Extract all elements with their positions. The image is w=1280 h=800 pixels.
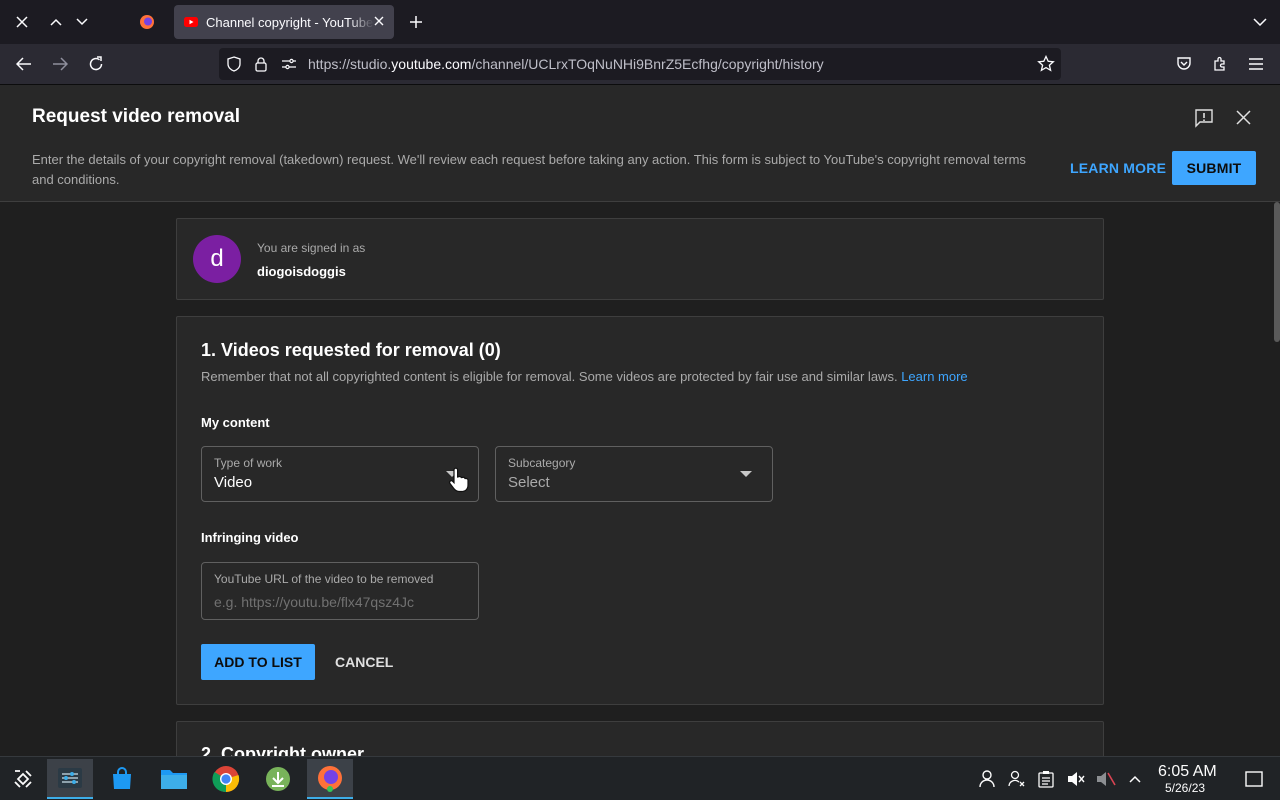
learn-more-button[interactable]: LEARN MORE xyxy=(1062,151,1174,185)
downloader-task-icon[interactable] xyxy=(255,759,301,799)
close-tab-icon[interactable] xyxy=(374,16,384,26)
pocket-icon[interactable] xyxy=(1174,54,1194,74)
type-of-work-label: Type of work xyxy=(214,456,283,470)
volume-muted-icon[interactable] xyxy=(1066,769,1086,789)
taskbar: 6:05 AM 5/26/23 xyxy=(0,756,1280,800)
type-of-work-value: Video xyxy=(214,474,253,491)
shield-icon[interactable] xyxy=(226,56,242,72)
dialog-title: Request video removal xyxy=(32,106,241,127)
chrome-task-icon[interactable] xyxy=(203,759,249,799)
hamburger-menu-icon[interactable] xyxy=(1246,54,1266,74)
app-launcher-icon[interactable] xyxy=(0,759,46,799)
tab-title: Channel copyright - YouTube Studio xyxy=(206,14,374,30)
infringing-video-heading: Infringing video xyxy=(201,530,299,545)
signed-in-label: You are signed in as xyxy=(257,241,366,255)
avatar: d xyxy=(193,235,241,283)
video-url-label: YouTube URL of the video to be removed xyxy=(214,572,434,586)
my-content-heading: My content xyxy=(201,415,270,430)
video-url-input[interactable] xyxy=(214,594,444,610)
youtube-favicon-icon xyxy=(184,17,198,27)
discover-store-task-icon[interactable] xyxy=(99,759,145,799)
hand-pointer-cursor-icon xyxy=(448,467,470,493)
file-manager-task-icon[interactable] xyxy=(151,759,197,799)
clock-time[interactable]: 6:05 AM xyxy=(1158,763,1217,781)
type-of-work-dropdown[interactable]: Type of work Video xyxy=(201,446,479,502)
permissions-icon[interactable] xyxy=(281,57,297,71)
subcategory-value: Select xyxy=(508,474,550,491)
learn-more-link[interactable]: Learn more xyxy=(901,369,967,384)
close-dialog-icon[interactable] xyxy=(1236,110,1251,125)
dialog-header: Request video removal Enter the details … xyxy=(0,85,1280,202)
forward-arrow-icon[interactable] xyxy=(50,54,70,74)
url-bar[interactable]: https://studio.youtube.com/channel/UCLrx… xyxy=(219,48,1061,80)
bookmark-star-icon[interactable] xyxy=(1037,55,1055,73)
subcategory-dropdown[interactable]: Subcategory Select xyxy=(495,446,773,502)
section-title: 1. Videos requested for removal (0) xyxy=(201,340,501,360)
system-settings-task-icon[interactable] xyxy=(47,759,93,799)
clock-date[interactable]: 5/26/23 xyxy=(1165,781,1205,795)
system-tray-expand-icon[interactable] xyxy=(1125,769,1145,789)
feedback-icon[interactable] xyxy=(1194,108,1214,128)
add-to-list-button[interactable]: ADD TO LIST xyxy=(201,644,315,680)
browser-tab-strip: Channel copyright - YouTube Studio xyxy=(0,0,1280,44)
section-description-text: Remember that not all copyrighted conten… xyxy=(201,369,898,384)
dialog-description: Enter the details of your copyright remo… xyxy=(32,152,1026,187)
form-scroll-area[interactable]: d You are signed in as diogoisdoggis 1. … xyxy=(0,202,1280,756)
close-window-icon[interactable] xyxy=(12,12,32,32)
subcategory-label: Subcategory xyxy=(508,456,576,470)
reload-icon[interactable] xyxy=(86,54,106,74)
browser-navigation-bar: https://studio.youtube.com/channel/UCLrx… xyxy=(0,44,1280,85)
firefox-task-icon[interactable] xyxy=(307,759,353,799)
show-desktop-icon[interactable] xyxy=(1244,769,1264,789)
firefox-pinned-tab-icon[interactable] xyxy=(137,12,157,32)
list-all-tabs-icon[interactable] xyxy=(1250,12,1270,32)
chevron-down-icon[interactable] xyxy=(72,12,92,32)
username: diogoisdoggis xyxy=(257,264,346,279)
video-url-field[interactable]: YouTube URL of the video to be removed xyxy=(201,562,479,620)
user-switch-icon[interactable] xyxy=(1007,769,1027,789)
user-icon[interactable] xyxy=(977,769,997,789)
submit-button[interactable]: SUBMIT xyxy=(1172,151,1256,185)
account-card: d You are signed in as diogoisdoggis xyxy=(176,218,1104,300)
back-arrow-icon[interactable] xyxy=(14,54,34,74)
section-description: Remember that not all copyrighted conten… xyxy=(201,369,968,384)
new-tab-icon[interactable] xyxy=(406,12,426,32)
clipboard-icon[interactable] xyxy=(1036,769,1056,789)
extensions-icon[interactable] xyxy=(1210,54,1230,74)
chevron-up-icon[interactable] xyxy=(46,12,66,32)
cancel-button[interactable]: CANCEL xyxy=(327,644,401,680)
url-text[interactable]: https://studio.youtube.com/channel/UCLrx… xyxy=(308,56,824,72)
tab-channel-copyright[interactable]: Channel copyright - YouTube Studio xyxy=(174,5,394,39)
scrollbar[interactable] xyxy=(1274,202,1280,342)
microphone-muted-icon[interactable] xyxy=(1096,769,1116,789)
url-domain: youtube.com xyxy=(391,56,472,72)
videos-for-removal-section: 1. Videos requested for removal (0) Reme… xyxy=(176,316,1104,705)
section-title: 2. Copyright owner xyxy=(201,744,365,756)
url-prefix: https://studio. xyxy=(308,56,392,72)
lock-icon[interactable] xyxy=(254,56,268,72)
copyright-owner-section: 2. Copyright owner xyxy=(176,721,1104,756)
dropdown-arrow-icon xyxy=(740,471,752,477)
url-path: /channel/UCLrxTOqNuNHi9BnrZ5Ecfhg/copyri… xyxy=(471,56,824,72)
